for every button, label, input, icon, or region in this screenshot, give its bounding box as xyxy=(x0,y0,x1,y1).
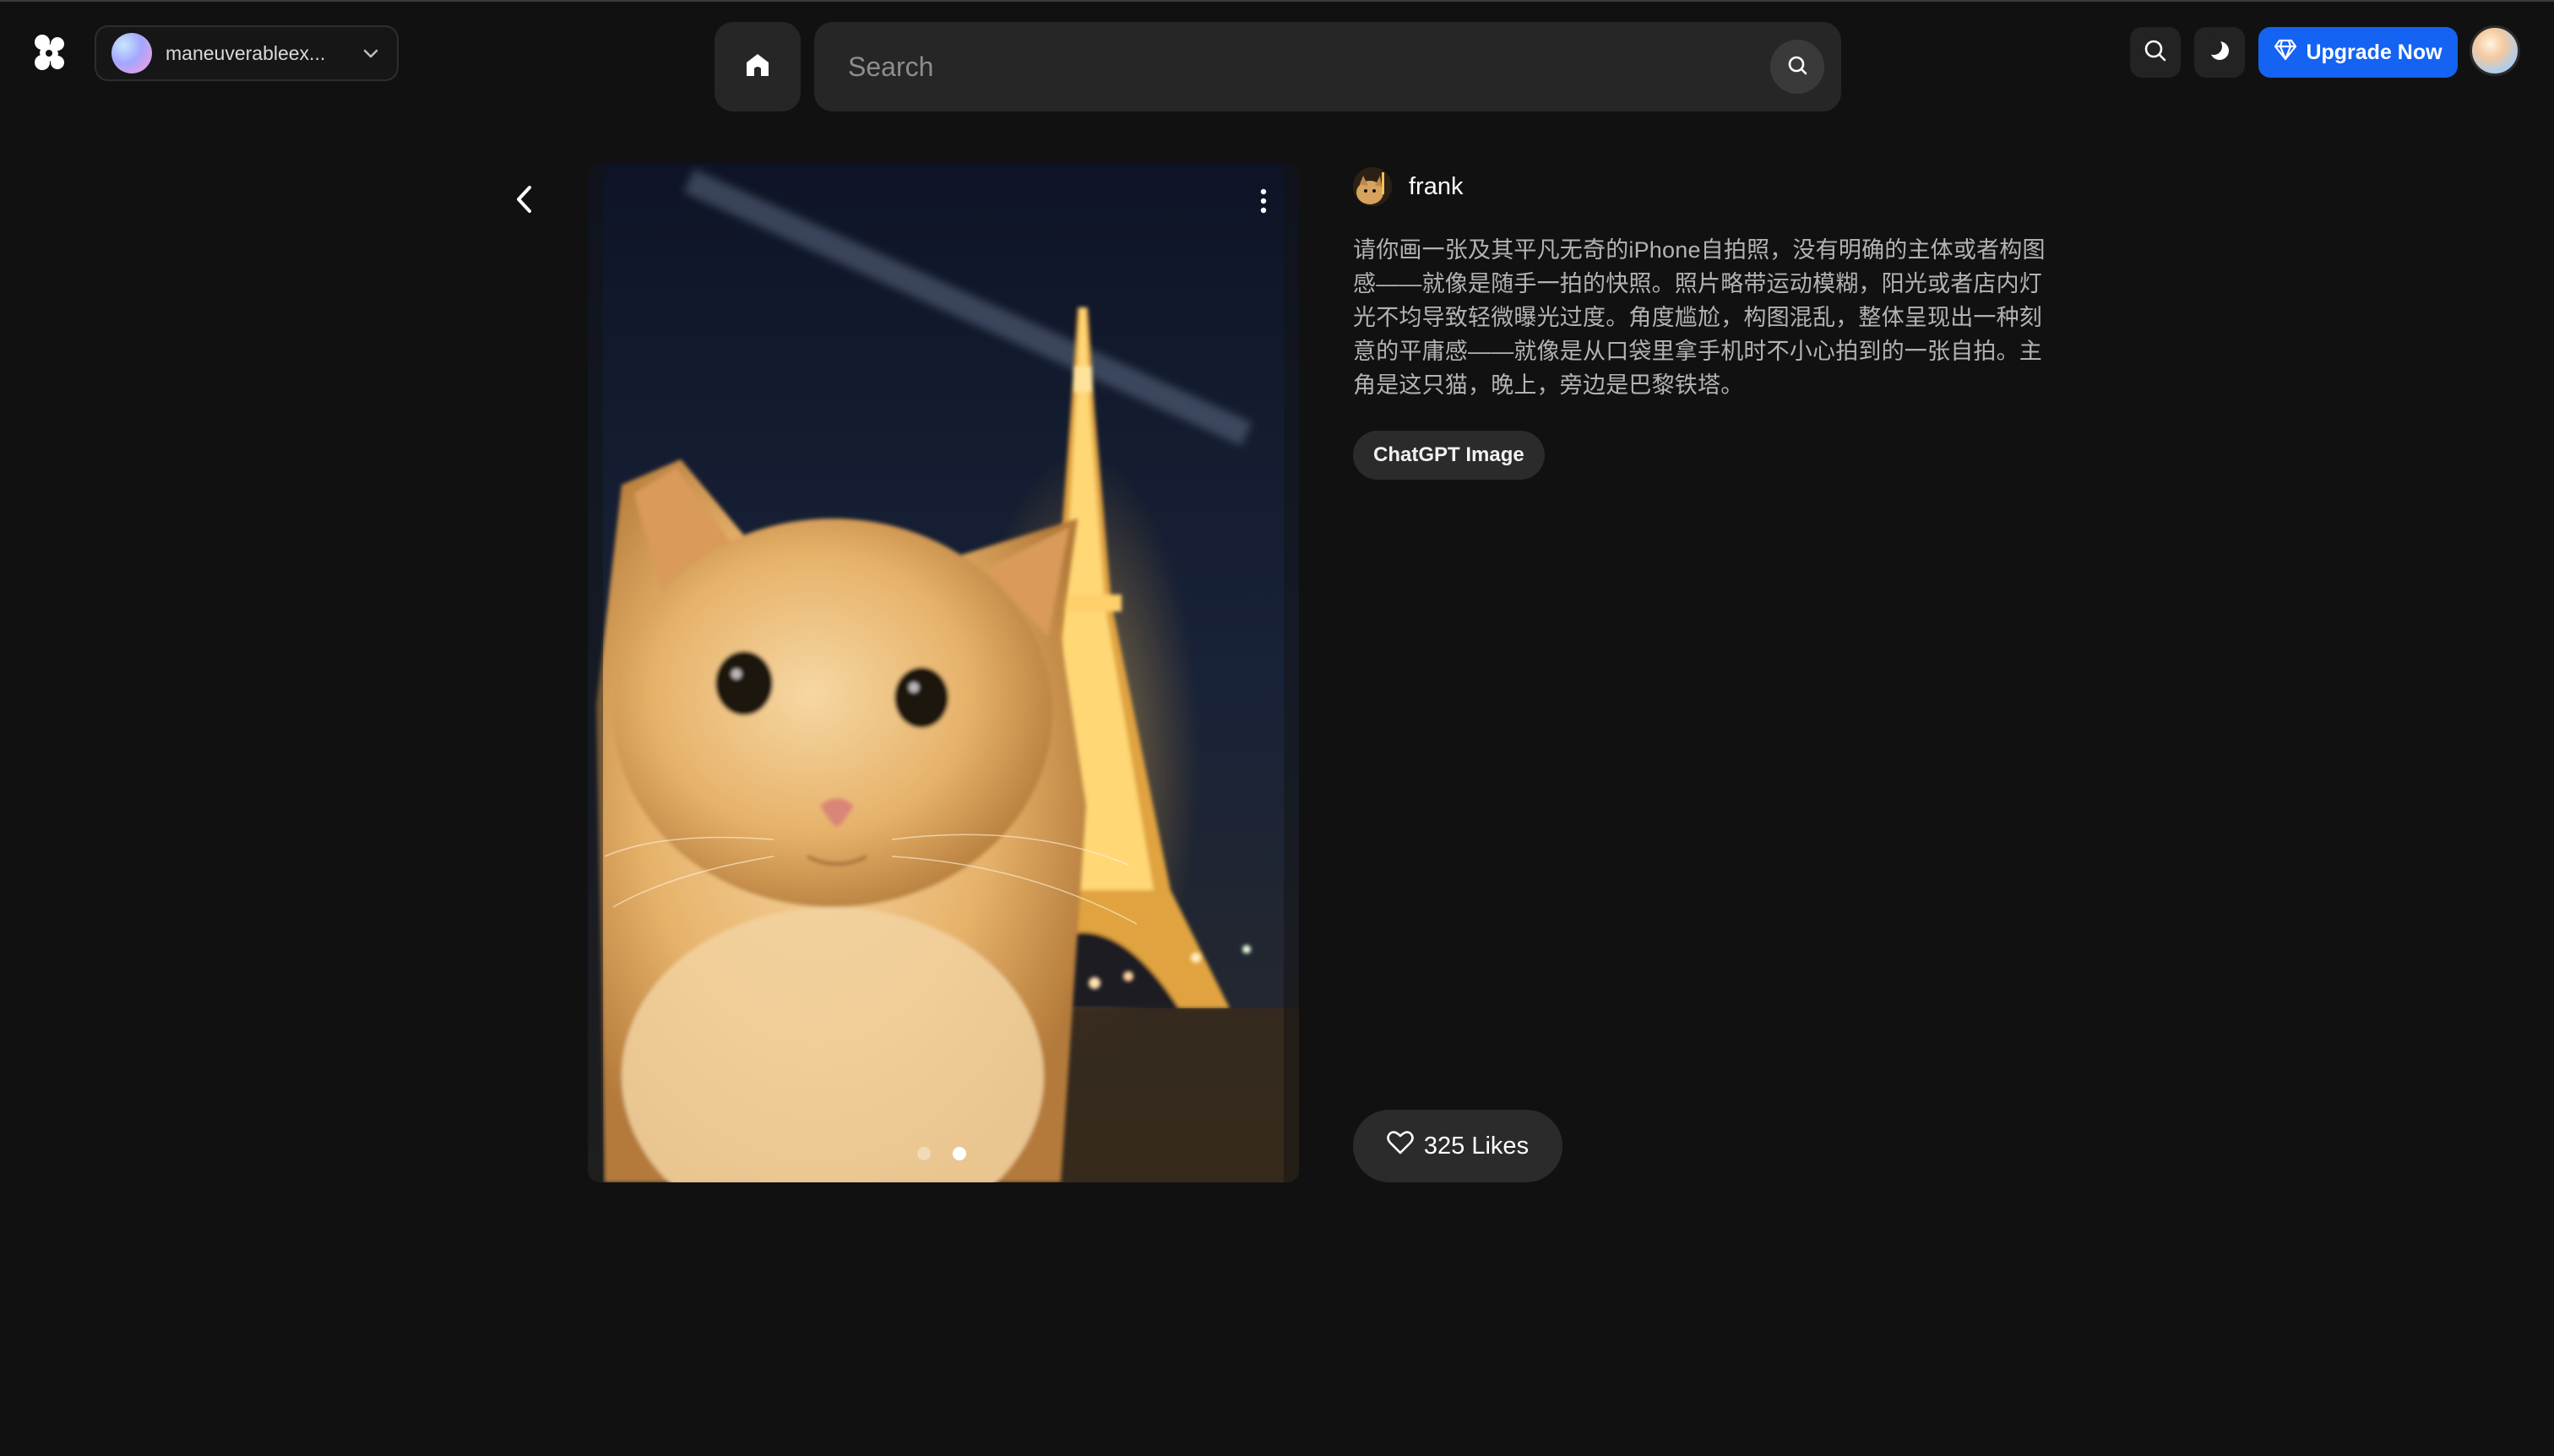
carousel-indicators xyxy=(917,1147,966,1160)
likes-count: 325 Likes xyxy=(1423,1132,1530,1160)
carousel-dot[interactable] xyxy=(917,1147,931,1160)
heart-icon xyxy=(1387,1130,1414,1162)
post-prompt-text: 请你画一张及其平凡无奇的iPhone自拍照，没有明确的主体或者构图感——就像是随… xyxy=(1353,237,2046,398)
diamond-icon xyxy=(2274,39,2297,67)
upgrade-now-button[interactable]: Upgrade Now xyxy=(2258,27,2458,78)
chevron-down-icon xyxy=(360,42,382,64)
account-avatar xyxy=(111,33,152,73)
search-icon xyxy=(1785,53,1809,81)
header-search-button[interactable] xyxy=(2130,27,2181,78)
model-tag[interactable]: ChatGPT Image xyxy=(1353,431,1545,480)
back-button[interactable] xyxy=(507,181,544,218)
post-image[interactable] xyxy=(588,164,1299,1182)
author-name: frank xyxy=(1409,172,1464,200)
app-window: maneuverableex... Upgrade Now xyxy=(0,0,2554,1456)
moon-icon xyxy=(2205,37,2232,68)
account-switcher[interactable]: maneuverableex... xyxy=(95,25,399,81)
account-name: maneuverableex... xyxy=(166,41,326,64)
home-button[interactable] xyxy=(715,22,801,111)
user-avatar[interactable] xyxy=(2470,25,2520,76)
theme-toggle-button[interactable] xyxy=(2194,27,2245,78)
app-logo-icon[interactable] xyxy=(32,34,68,73)
post-author[interactable]: frank xyxy=(1353,167,1463,206)
upgrade-label: Upgrade Now xyxy=(2306,40,2443,64)
more-vertical-icon xyxy=(1250,188,1277,220)
search-input[interactable] xyxy=(848,51,1770,83)
chevron-left-icon xyxy=(507,186,544,221)
home-icon xyxy=(743,51,772,84)
search-submit-button[interactable] xyxy=(1770,40,1824,94)
search-bar xyxy=(814,22,1841,111)
more-options-button[interactable] xyxy=(1250,186,1277,216)
search-icon xyxy=(2142,37,2169,68)
like-button[interactable]: 325 Likes xyxy=(1353,1110,1562,1182)
author-avatar xyxy=(1353,167,1392,206)
carousel-dot-active[interactable] xyxy=(953,1147,966,1160)
